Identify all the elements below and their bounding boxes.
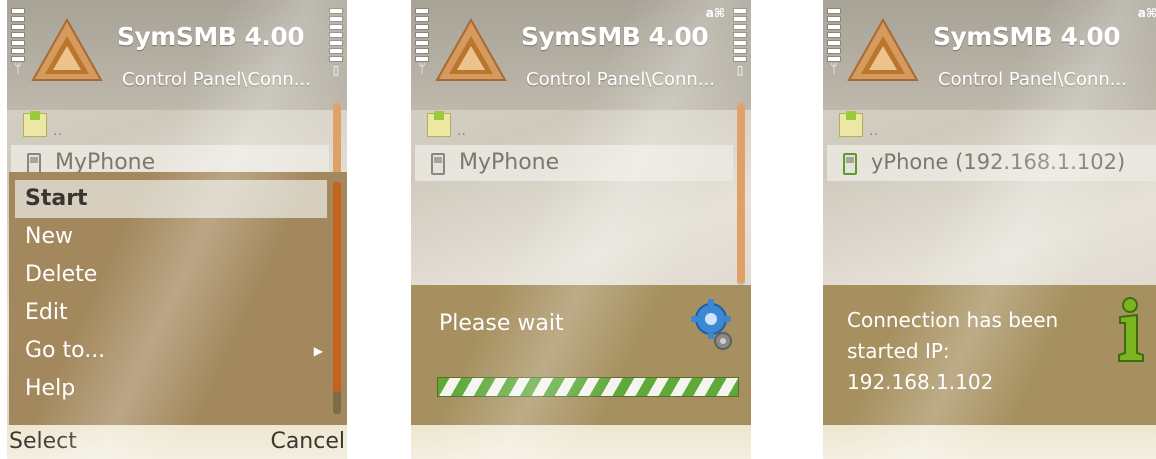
- phone-label: MyPhone: [459, 150, 560, 175]
- antenna-icon: ᛘ: [418, 62, 426, 77]
- navigation-path: Control Panel\Conn...: [526, 69, 715, 90]
- info-icon: [1118, 297, 1144, 362]
- folder-up-icon: [23, 111, 47, 137]
- app-title: SymSMB 4.00: [933, 22, 1121, 51]
- menu-item-goto[interactable]: Go to... ▶: [15, 332, 327, 370]
- menu-item-delete[interactable]: Delete: [15, 256, 327, 294]
- phone-icon: [431, 153, 445, 175]
- menu-scrollbar[interactable]: [333, 182, 341, 414]
- wait-message: Please wait: [439, 311, 564, 336]
- battery-indicator: ▯: [733, 8, 747, 76]
- screen-menu: ᛘ SymSMB 4.00 Control Panel\Conn... ▯ ..…: [7, 0, 347, 459]
- app-title: SymSMB 4.00: [117, 22, 305, 51]
- menu-item-edit[interactable]: Edit: [15, 294, 327, 332]
- navigation-path: Control Panel\Conn...: [122, 69, 311, 90]
- info-line: Connection has been: [847, 308, 1059, 332]
- screen-please-wait: ᛘ SymSMB 4.00 Control Panel\Conn... a⌘ ▯…: [411, 0, 751, 459]
- title-pane: ᛘ SymSMB 4.00 Control Panel\Conn... ▯: [7, 0, 347, 110]
- menu-item-label: Start: [25, 186, 88, 211]
- app-logo-icon: [435, 18, 507, 81]
- parent-folder-label: ..: [53, 123, 62, 139]
- wait-dialog: Please wait: [411, 285, 751, 425]
- folder-up-icon: [427, 111, 451, 137]
- progress-bar: [437, 377, 739, 397]
- signal-indicator: ᛘ: [11, 8, 25, 76]
- screen-connection-started: ᛘ SymSMB 4.00 Control Panel\Conn... a⌘ .…: [823, 0, 1156, 459]
- info-line: started IP:: [847, 339, 950, 363]
- input-mode-icon: a⌘: [1137, 6, 1156, 20]
- folder-up-icon: [839, 111, 863, 137]
- list-item-parent-folder[interactable]: ..: [835, 111, 1035, 143]
- parent-folder-label: ..: [457, 123, 466, 139]
- title-pane: ᛘ SymSMB 4.00 Control Panel\Conn... a⌘ ▯: [411, 0, 751, 110]
- cancel-softkey[interactable]: Cancel: [270, 429, 345, 454]
- submenu-arrow-icon: ▶: [313, 344, 323, 358]
- softkey-bar: [411, 425, 751, 459]
- battery-indicator: ▯: [329, 8, 343, 76]
- title-pane: ᛘ SymSMB 4.00 Control Panel\Conn... a⌘: [823, 0, 1156, 110]
- list-item-parent-folder[interactable]: ..: [19, 111, 219, 143]
- menu-item-label: Delete: [25, 262, 98, 287]
- softkey-bar: Select Cancel: [7, 425, 347, 459]
- connected-phone-icon: [843, 153, 857, 175]
- info-line: 192.168.1.102: [847, 370, 994, 394]
- antenna-icon: ᛘ: [830, 62, 838, 77]
- select-softkey[interactable]: Select: [9, 429, 77, 454]
- menu-item-new[interactable]: New: [15, 218, 327, 256]
- signal-indicator: ᛘ: [827, 8, 841, 76]
- list-item-phone[interactable]: MyPhone: [415, 145, 733, 181]
- menu-item-label: New: [25, 224, 73, 249]
- parent-folder-label: ..: [869, 123, 878, 139]
- app-logo-icon: [31, 18, 103, 81]
- menu-item-label: Go to...: [25, 338, 106, 363]
- softkey-bar: [823, 425, 1156, 459]
- menu-item-help[interactable]: Help: [15, 370, 327, 408]
- battery-icon: ▯: [332, 63, 340, 77]
- info-dialog: Connection has been started IP: 192.168.…: [823, 285, 1156, 425]
- list-item-phone[interactable]: yPhone (192.168.1.102): [827, 145, 1156, 181]
- phone-label: yPhone (192.168.1.102): [871, 150, 1126, 174]
- input-mode-icon: a⌘: [705, 6, 725, 20]
- battery-icon: ▯: [736, 63, 744, 77]
- info-message: Connection has been started IP: 192.168.…: [847, 305, 1097, 398]
- list-scrollbar[interactable]: [737, 103, 745, 285]
- options-menu: Start New Delete Edit Go to... ▶ Help: [9, 172, 347, 425]
- signal-indicator: ᛘ: [415, 8, 429, 76]
- app-title: SymSMB 4.00: [521, 22, 709, 51]
- menu-item-label: Help: [25, 376, 76, 401]
- antenna-icon: ᛘ: [14, 62, 22, 77]
- navigation-path: Control Panel\Conn...: [938, 69, 1127, 90]
- menu-item-label: Edit: [25, 300, 68, 325]
- menu-item-start[interactable]: Start: [15, 180, 327, 218]
- list-item-parent-folder[interactable]: ..: [423, 111, 623, 143]
- app-logo-icon: [847, 18, 919, 81]
- gear-icon: [691, 299, 732, 350]
